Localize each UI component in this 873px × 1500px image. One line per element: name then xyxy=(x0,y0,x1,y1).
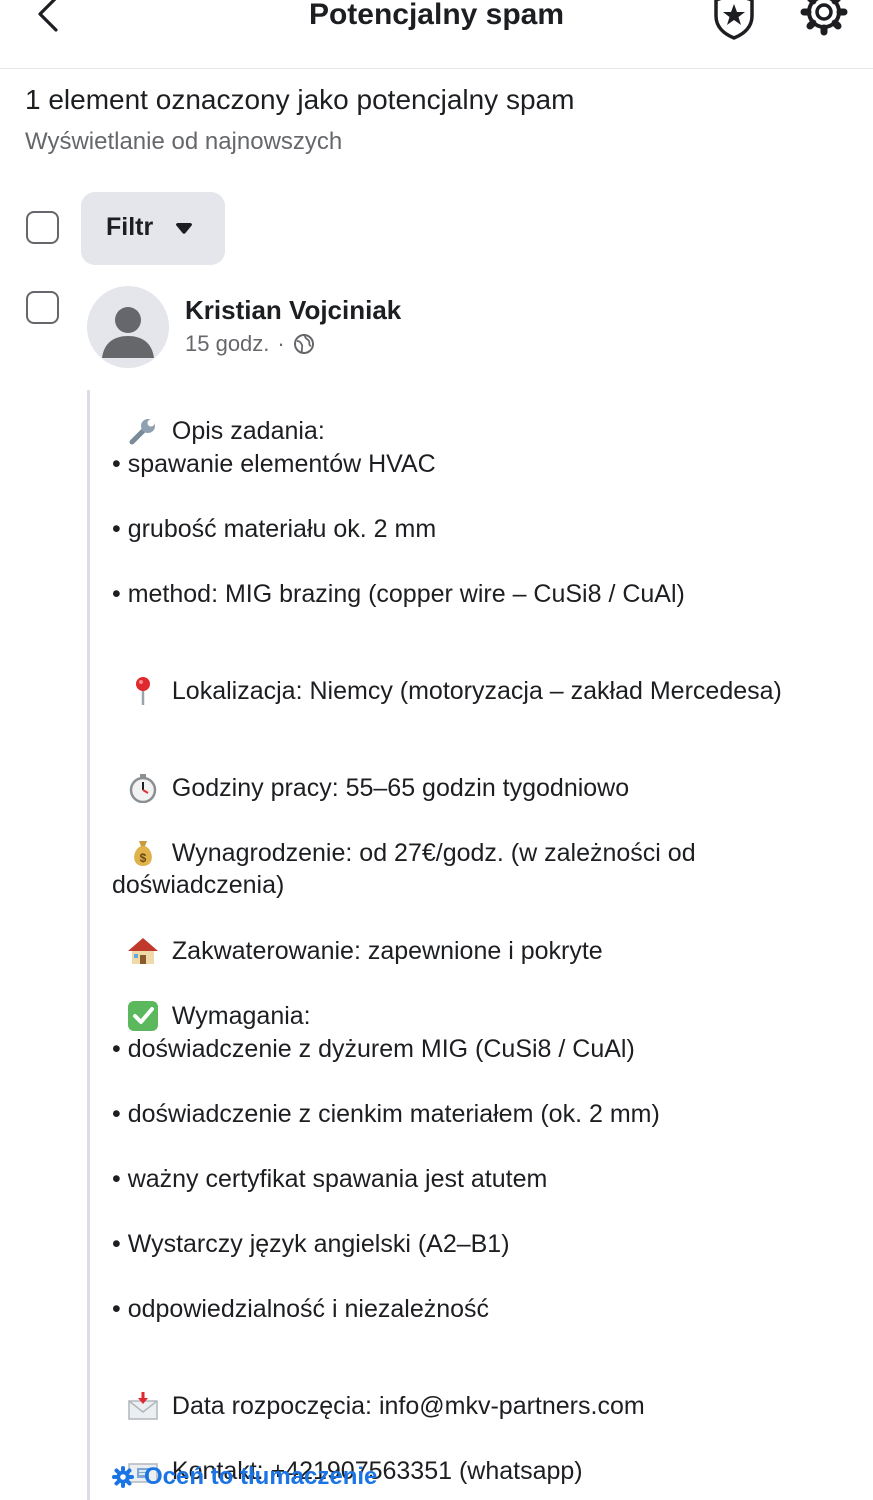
rate-translation-label: Oceń to tłumaczenie xyxy=(144,1463,378,1490)
sort-order-label: Wyświetlanie od najnowszych xyxy=(25,128,343,155)
wrench-icon xyxy=(126,416,160,445)
avatar[interactable] xyxy=(87,286,169,368)
post-line: Opis zadania: xyxy=(112,383,792,447)
post-line: • grubość materiału ok. 2 mm xyxy=(112,515,437,543)
gear-icon xyxy=(112,1466,134,1488)
post-line: • doświadczenie z dyżurem MIG (CuSi8 / C… xyxy=(112,1035,635,1063)
spam-count-heading: 1 element oznaczony jako potencjalny spa… xyxy=(25,84,575,115)
shield-star-icon xyxy=(714,0,754,40)
pin-icon xyxy=(126,676,160,705)
default-avatar-icon xyxy=(102,307,154,358)
top-bar: Potencjalny spam xyxy=(0,0,873,69)
item-select-checkbox[interactable] xyxy=(26,291,59,324)
quote-bar xyxy=(87,390,90,1500)
post-line: Data rozpoczęcia: info@mkv-partners.com xyxy=(112,1358,792,1422)
check-mark-icon xyxy=(126,1001,160,1031)
post-line: $ Wynagrodzenie: od 27€/godz. (w zależnoś… xyxy=(112,838,703,899)
post-line: • spawanie elementów HVAC xyxy=(112,450,436,478)
filter-button[interactable]: Filtr xyxy=(81,192,225,265)
post-line: Godziny pracy: 55–65 godzin tygodniowo xyxy=(112,740,792,804)
select-all-checkbox[interactable] xyxy=(26,211,59,244)
post-meta: 15 godz. · xyxy=(185,331,315,357)
author-name[interactable]: Kristian Vojciniak xyxy=(185,295,401,326)
house-icon xyxy=(126,936,160,964)
post-line: Wymagania: xyxy=(112,968,792,1032)
meta-separator: · xyxy=(277,331,285,356)
post-timestamp[interactable]: 15 godz. xyxy=(185,331,269,357)
stopwatch-icon xyxy=(126,773,160,803)
gear-icon xyxy=(800,0,848,36)
svg-text:$: $ xyxy=(140,851,147,865)
globe-icon xyxy=(293,334,314,354)
post-line: • Wystarczy język angielski (A2–B1) xyxy=(112,1230,510,1258)
rate-translation-link[interactable]: Oceń to tłumaczenie xyxy=(112,1463,377,1491)
admin-badge-button[interactable] xyxy=(706,0,762,42)
post-line: • method: MIG brazing (copper wire – CuS… xyxy=(112,580,685,608)
post-line: • doświadczenie z cienkim materiałem (ok… xyxy=(112,1100,660,1128)
post-line: • odpowiedzialność i niezależność xyxy=(112,1295,490,1323)
caret-down-icon xyxy=(176,223,192,234)
post-line: Zakwaterowanie: zapewnione i pokryte xyxy=(112,903,792,967)
post-line: Lokalizacja: Niemcy (motoryzacja – zakła… xyxy=(112,643,792,707)
money-bag-icon: $ xyxy=(126,838,160,866)
post-line: • ważny certyfikat spawania jest atutem xyxy=(112,1165,548,1193)
incoming-envelope-icon xyxy=(126,1391,160,1420)
filter-label: Filtr xyxy=(106,213,154,241)
settings-button[interactable] xyxy=(796,0,852,42)
